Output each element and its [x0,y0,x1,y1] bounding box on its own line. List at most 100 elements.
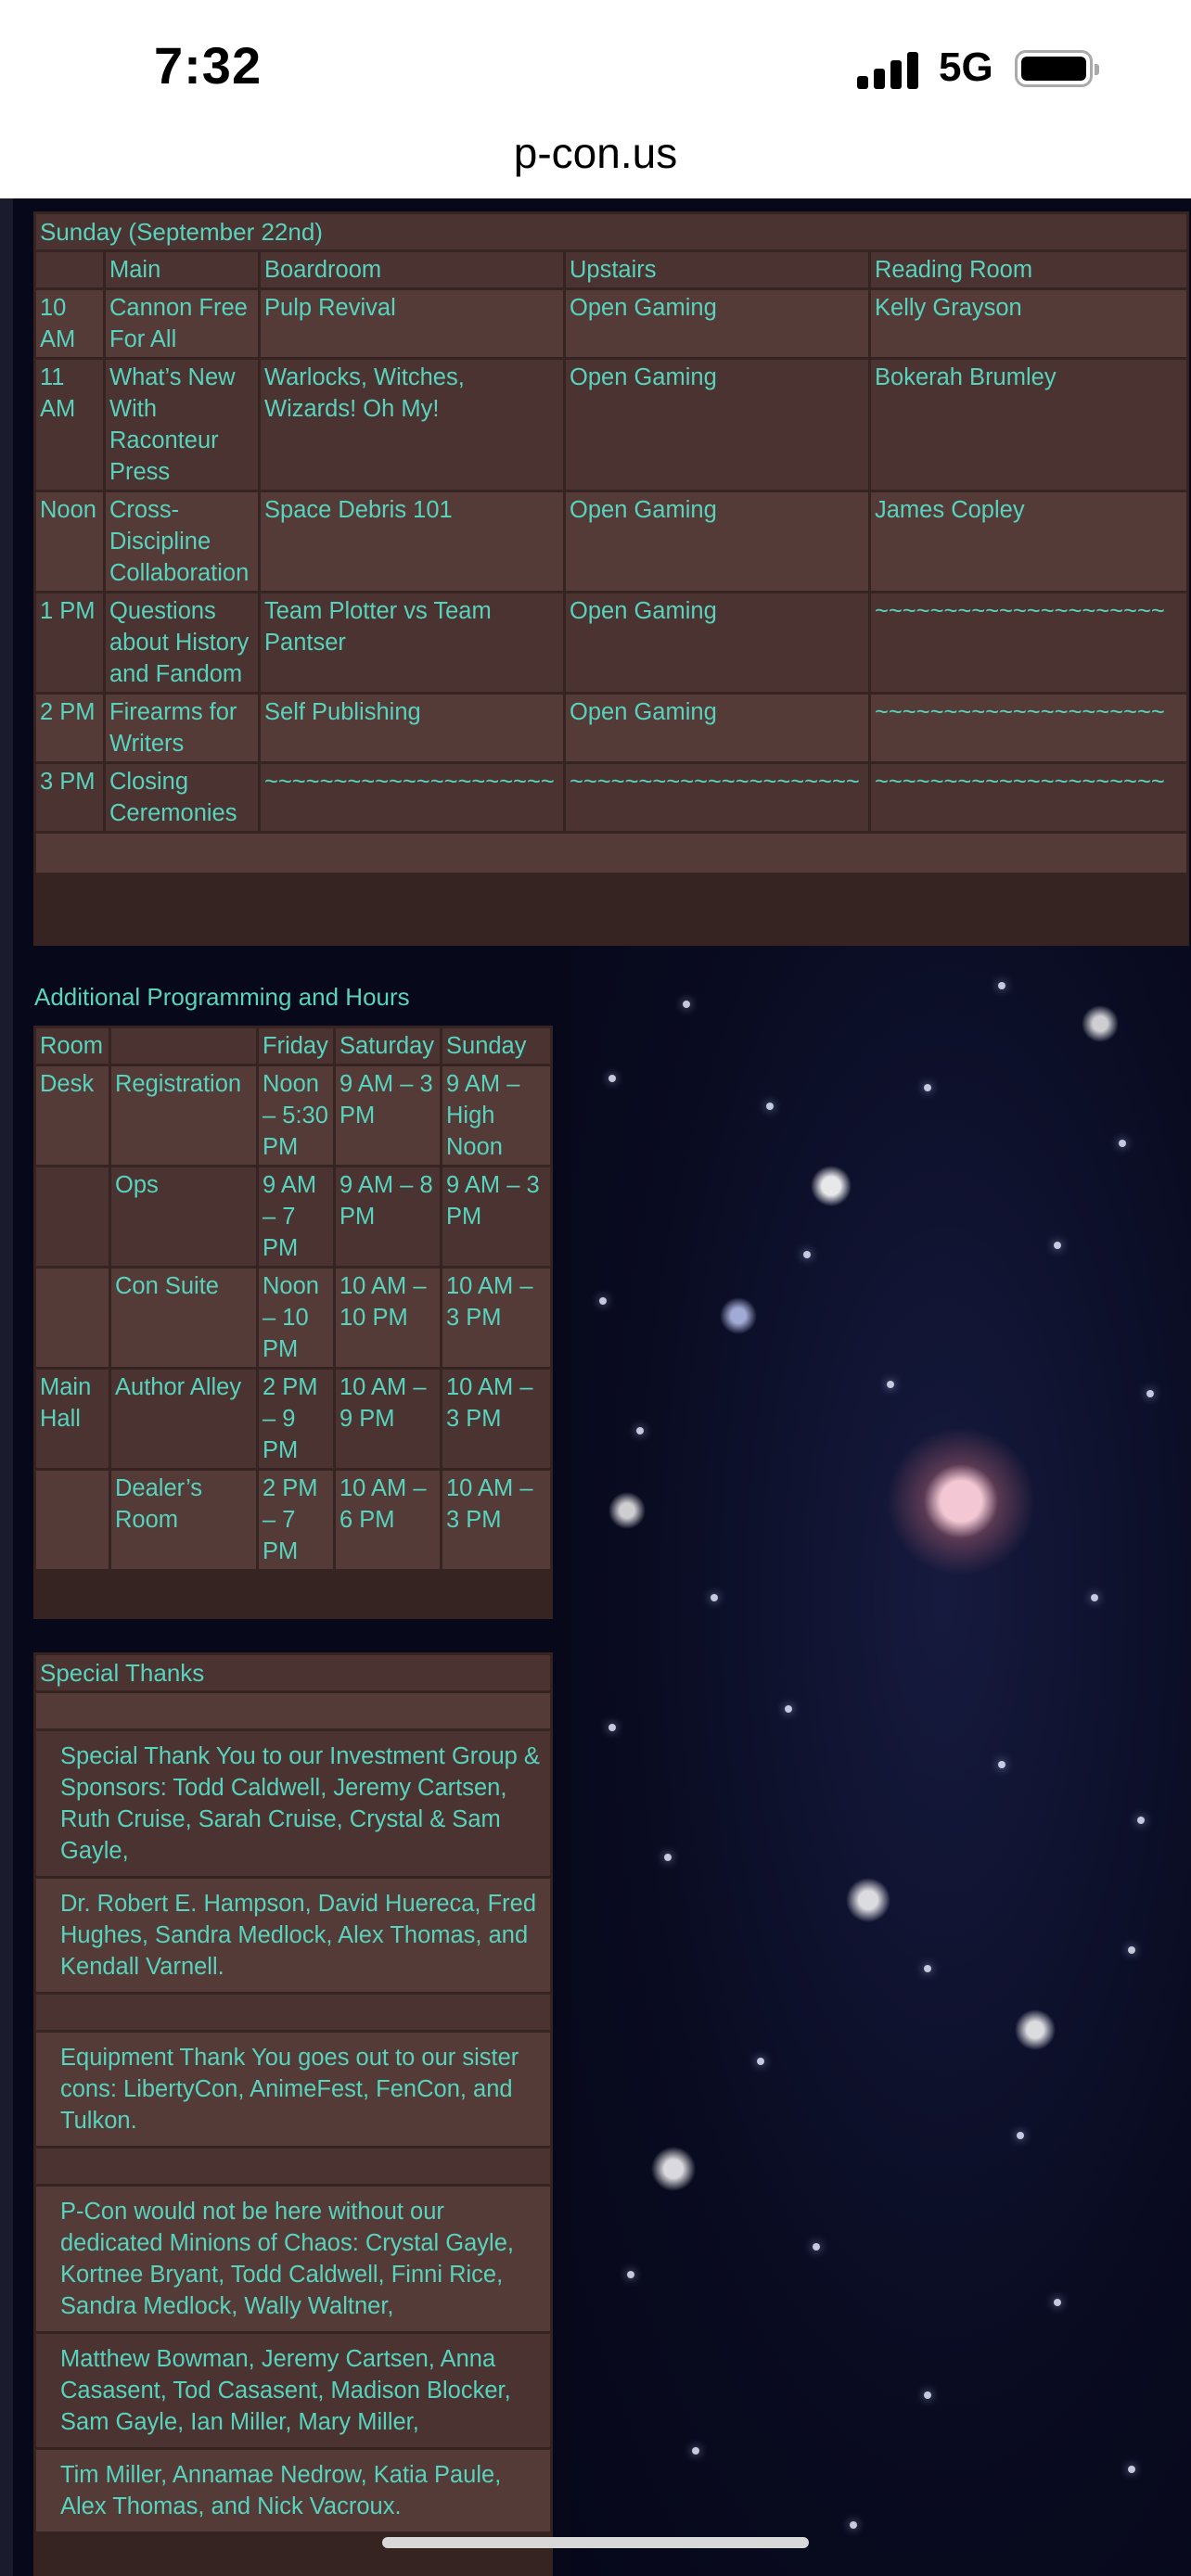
table-cell: Open Gaming [566,492,868,591]
col-header: Boardroom [261,252,563,287]
status-bar: 7:32 5G [0,0,1191,111]
table-cell: Closing Ceremonies [106,764,258,831]
battery-icon [1015,50,1099,87]
table-cell: What’s New With Raconteur Press [106,360,258,490]
table-cell: ~~~~~~~~~~~~~~~~~~~~~ [871,695,1186,761]
col-header: Reading Room [871,252,1186,287]
table-cell: 10 AM – 3 PM [442,1269,550,1367]
table-cell: Warlocks, Witches, Wizards! Oh My! [261,360,563,490]
table-cell: 9 AM – High Noon [442,1066,550,1165]
col-header [36,252,103,287]
home-indicator[interactable] [382,2537,809,2548]
additional-hours-table: Room Friday Saturday Sunday Desk Registr… [33,1026,553,1619]
table-cell: ~~~~~~~~~~~~~~~~~~~~~ [566,764,868,831]
table-cell: Pulp Revival [261,290,563,357]
table-cell: 10 AM – 9 PM [336,1370,440,1468]
table-row: Dealer’s Room 2 PM – 7 PM 10 AM – 6 PM 1… [36,1471,550,1569]
table-cell: Bokerah Brumley [871,360,1186,490]
thanks-paragraph: Tim Miller, Annamae Nedrow, Katia Paule,… [36,2450,550,2531]
table-cell: Dealer’s Room [111,1471,256,1569]
table-cell: ~~~~~~~~~~~~~~~~~~~~~ [261,764,563,831]
table-cell: 10 AM – 10 PM [336,1269,440,1367]
table-cell: ~~~~~~~~~~~~~~~~~~~~~ [871,764,1186,831]
thanks-paragraph: Dr. Robert E. Hampson, David Huereca, Fr… [36,1879,550,1992]
table-cell: James Copley [871,492,1186,591]
time-cell: 11 AM [36,360,103,490]
table-cell: Kelly Grayson [871,290,1186,357]
table-cell: Space Debris 101 [261,492,563,591]
table-cell: 10 AM – 3 PM [442,1471,550,1569]
table-row: 10 AM Cannon Free For All Pulp Revival O… [36,290,1186,357]
room-cell [36,1167,109,1266]
table-cell: 10 AM – 6 PM [336,1471,440,1569]
col-header [111,1028,256,1064]
thanks-paragraph: Equipment Thank You goes out to our sist… [36,2033,550,2146]
table-cell: Cross-Discipline Collaboration [106,492,258,591]
time-cell: 3 PM [36,764,103,831]
table-row: Ops 9 AM – 7 PM 9 AM – 8 PM 9 AM – 3 PM [36,1167,550,1266]
table-cell: Registration [111,1066,256,1165]
table-row: Desk Registration Noon – 5:30 PM 9 AM – … [36,1066,550,1165]
table-row: Noon Cross-Discipline Collaboration Spac… [36,492,1186,591]
empty-row [36,2149,550,2184]
room-cell: Main Hall [36,1370,109,1468]
url-text[interactable]: p-con.us [0,128,1191,178]
table-cell: Con Suite [111,1269,256,1367]
signal-icon [857,50,922,89]
table-cell: 9 AM – 7 PM [259,1167,333,1266]
table-row: 11 AM What’s New With Raconteur Press Wa… [36,360,1186,490]
room-cell: Desk [36,1066,109,1165]
table-cell: Team Plotter vs Team Pantser [261,593,563,692]
table-row: Con Suite Noon – 10 PM 10 AM – 10 PM 10 … [36,1269,550,1367]
empty-row [36,834,1186,873]
sunday-header-row: Main Boardroom Upstairs Reading Room [36,252,1186,287]
table-row: 2 PM Firearms for Writers Self Publishin… [36,695,1186,761]
thanks-paragraph: Matthew Bowman, Jeremy Cartsen, Anna Cas… [36,2334,550,2447]
col-header: Room [36,1028,109,1064]
thanks-title: Special Thanks [36,1655,550,1690]
special-thanks-table: Special Thanks Special Thank You to our … [33,1652,553,2576]
starfield-background [571,945,1191,2576]
status-time: 7:32 [154,36,263,95]
table-row: 1 PM Questions about History and Fandom … [36,593,1186,692]
table-row: Main Hall Author Alley 2 PM – 9 PM 10 AM… [36,1370,550,1468]
room-cell [36,1471,109,1569]
col-header: Friday [259,1028,333,1064]
col-header: Saturday [336,1028,440,1064]
network-type: 5G [939,45,993,90]
table-cell: Open Gaming [566,360,868,490]
thanks-paragraph: Special Thank You to our Investment Grou… [36,1731,550,1876]
table-row: 3 PM Closing Ceremonies ~~~~~~~~~~~~~~~~… [36,764,1186,831]
table-cell: Self Publishing [261,695,563,761]
table-cell: Noon – 10 PM [259,1269,333,1367]
table-cell: Ops [111,1167,256,1266]
col-header: Upstairs [566,252,868,287]
table-cell: 10 AM – 3 PM [442,1370,550,1468]
sunday-title: Sunday (September 22nd) [36,214,1186,249]
table-cell: Cannon Free For All [106,290,258,357]
table-cell: Firearms for Writers [106,695,258,761]
time-cell: 1 PM [36,593,103,692]
table-cell: Open Gaming [566,695,868,761]
room-cell [36,1269,109,1367]
empty-row [36,1995,550,2030]
table-cell: Open Gaming [566,290,868,357]
time-cell: 10 AM [36,290,103,357]
additional-title: Additional Programming and Hours [34,983,410,1011]
sunday-schedule-table: Sunday (September 22nd) Main Boardroom U… [33,211,1189,946]
table-cell: Author Alley [111,1370,256,1468]
time-cell: Noon [36,492,103,591]
table-cell: 9 AM – 3 PM [442,1167,550,1266]
table-cell: ~~~~~~~~~~~~~~~~~~~~~ [871,593,1186,692]
table-cell: 2 PM – 7 PM [259,1471,333,1569]
address-bar[interactable]: p-con.us [0,111,1191,198]
table-cell: Noon – 5:30 PM [259,1066,333,1165]
table-cell: Questions about History and Fandom [106,593,258,692]
table-cell: 9 AM – 3 PM [336,1066,440,1165]
empty-row [36,1693,550,1728]
table-cell: 9 AM – 8 PM [336,1167,440,1266]
table-cell: 2 PM – 9 PM [259,1370,333,1468]
table-cell: Open Gaming [566,593,868,692]
additional-header-row: Room Friday Saturday Sunday [36,1028,550,1064]
col-header: Sunday [442,1028,550,1064]
